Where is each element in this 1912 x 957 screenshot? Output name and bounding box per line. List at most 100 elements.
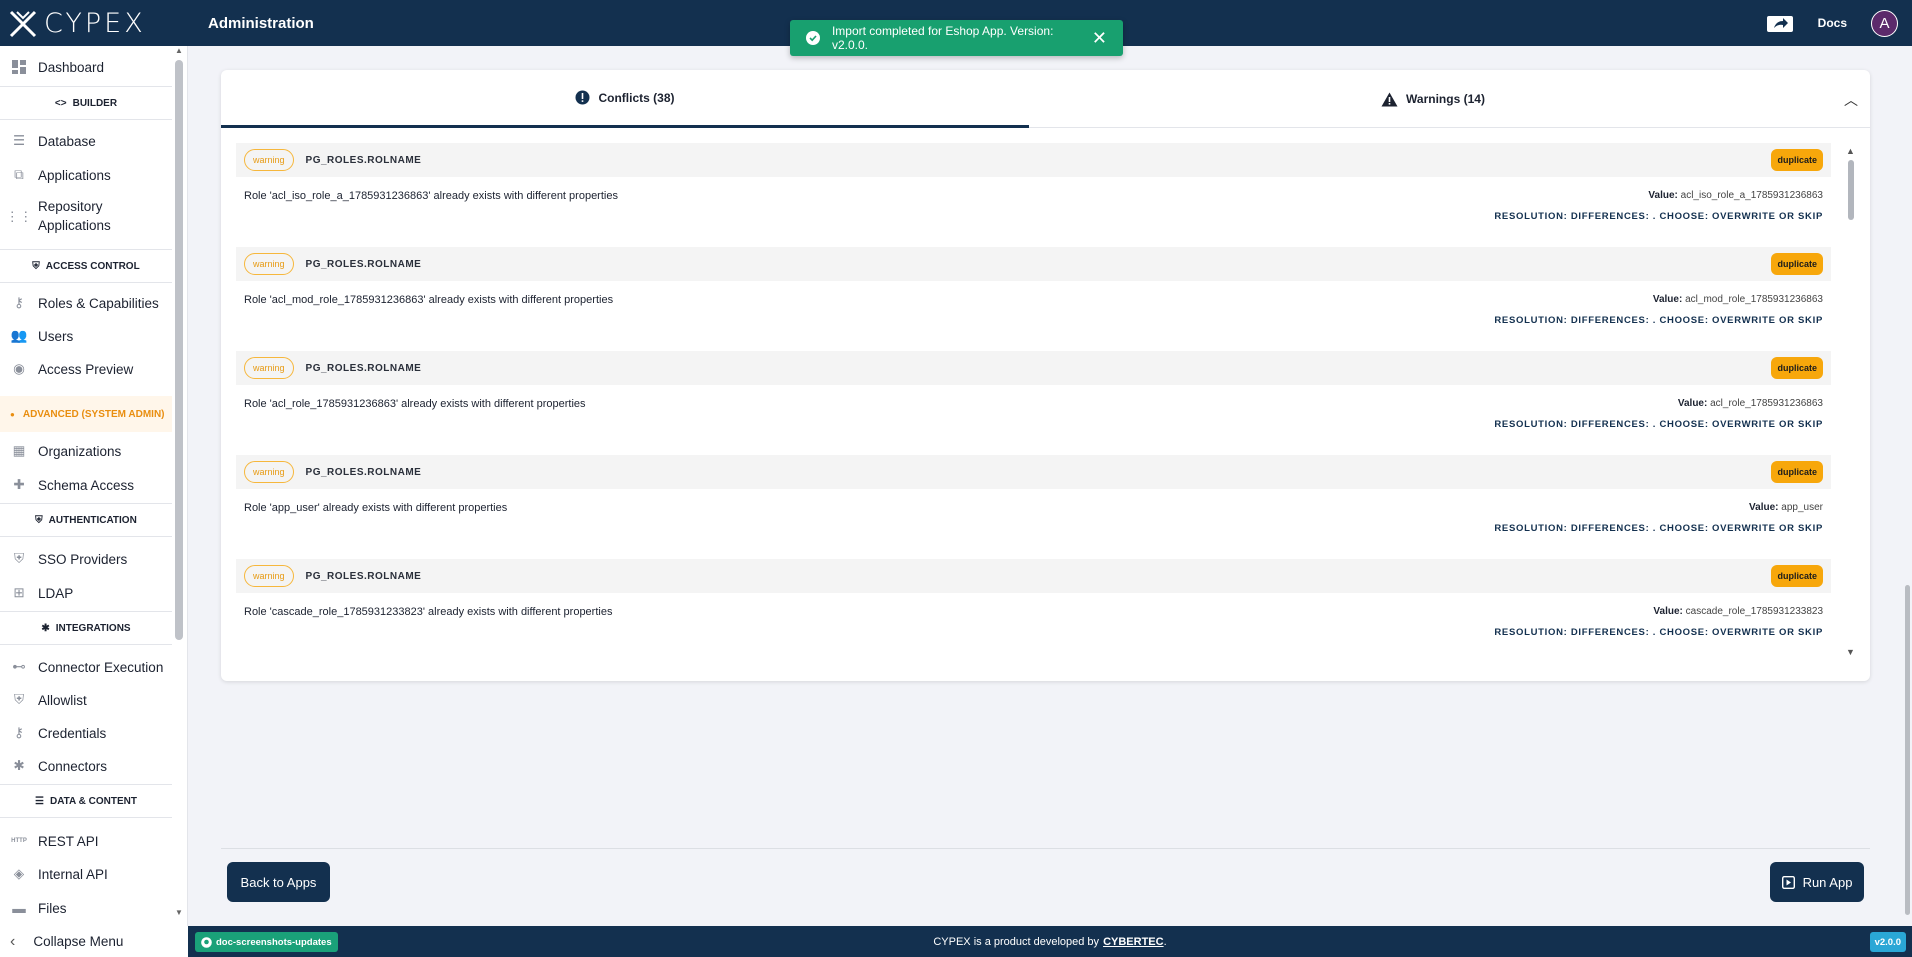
success-toast: Import completed for Eshop App. Version:… (790, 20, 1123, 56)
sidebar-item-label: Credentials (38, 725, 107, 741)
users-icon: 👥 (10, 328, 28, 343)
list-scrollbar[interactable] (1848, 160, 1854, 220)
warning-icon (1381, 92, 1398, 106)
conflict-row-header: warning PG_ROLES.ROLNAME duplicate (236, 559, 1831, 593)
tab-bar: Conflicts (38) Warnings (14) ︿ (221, 70, 1870, 128)
sidebar-item-applications[interactable]: ⧉ Applications (0, 162, 172, 188)
sidebar-item-label: REST API (38, 833, 99, 849)
shield-icon: ⛨ (13, 692, 25, 707)
conflict-row-header: warning PG_ROLES.ROLNAME duplicate (236, 247, 1831, 281)
play-box-icon (1781, 875, 1795, 889)
sidebar-item-database[interactable]: ☰ Database (0, 128, 172, 154)
sidebar-item-label: SSO Providers (38, 551, 128, 567)
run-app-button[interactable]: Run App (1770, 862, 1864, 902)
close-icon[interactable]: ✕ (1092, 28, 1107, 49)
sidebar-item-dashboard[interactable]: Dashboard (0, 54, 172, 80)
duplicate-badge: duplicate (1771, 565, 1823, 587)
back-to-apps-button[interactable]: Back to Apps (227, 862, 330, 902)
sidebar-item-credentials[interactable]: ⚷ Credentials (0, 720, 172, 746)
sidebar-item-allowlist[interactable]: ⛨ Allowlist (0, 687, 172, 713)
sidebar-item-label: Users (38, 328, 74, 344)
sidebar-item-files[interactable]: ▬ Files (0, 895, 172, 921)
sidebar-item-schema-access[interactable]: ✚ Schema Access (0, 472, 172, 498)
sidebar-item-internal-api[interactable]: ◈ Internal API (0, 861, 172, 887)
building-icon: ▦ (12, 443, 26, 458)
app-icon: ⧉ (14, 167, 24, 182)
conflict-value: Value: acl_role_1785931236863 (1678, 398, 1823, 409)
toast-message: Import completed for Eshop App. Version:… (831, 24, 1054, 52)
code-icon: <> (54, 97, 67, 109)
verified-shield-icon: ⛨ (35, 514, 43, 526)
conflict-value: Value: cascade_role_1785931233823 (1653, 606, 1823, 617)
sidebar-item-connector-execution[interactable]: ⊷ Connector Execution (0, 654, 172, 680)
value-label: Value: (1677, 398, 1708, 409)
cypex-logo-icon (9, 10, 37, 38)
version-text: v2.0.0 (1874, 936, 1901, 948)
tab-label: Warnings (14) (1406, 92, 1485, 106)
resolution-text: RESOLUTION: DIFFERENCES: . CHOOSE: OVERW… (1494, 627, 1823, 638)
sidebar-scrollbar[interactable] (175, 60, 183, 640)
conflict-row: warning PG_ROLES.ROLNAME duplicate Role … (236, 247, 1831, 331)
section-access-control: ⛨ ACCESS CONTROL (0, 249, 172, 283)
section-label: BUILDER (72, 97, 118, 109)
tab-label: Conflicts (38) (598, 90, 675, 105)
value-text: cascade_role_1785931233823 (1685, 606, 1823, 617)
sidebar-item-label: Internal API (38, 866, 108, 882)
avatar[interactable]: A (1871, 9, 1898, 37)
scroll-down-icon[interactable]: ▼ (175, 908, 183, 917)
resolution-text: RESOLUTION: DIFFERENCES: . CHOOSE: OVERW… (1494, 315, 1823, 326)
conflict-message: Role 'acl_role_1785931236863' already ex… (244, 398, 586, 410)
cybertec-link[interactable]: CYBERTEC (1103, 936, 1164, 948)
branch-name: doc-screenshots-updates (216, 936, 332, 948)
button-label: Back to Apps (240, 874, 317, 890)
share-icon[interactable] (1766, 13, 1794, 33)
tree-icon: ⊞ (13, 585, 25, 600)
conflict-row-header: warning PG_ROLES.ROLNAME duplicate (236, 455, 1831, 489)
list-icon: ☰ (12, 133, 26, 148)
sidebar-item-connectors[interactable]: ✱ Connectors (0, 753, 172, 779)
api-icon: ◈ (13, 866, 25, 881)
collapse-menu-button[interactable]: ‹ Collapse Menu (0, 926, 188, 957)
section-advanced: ● ADVANCED (SYSTEM ADMIN) (0, 396, 172, 432)
conflict-message: Role 'acl_mod_role_1785931236863' alread… (244, 294, 614, 306)
warning-level-badge: warning (244, 357, 294, 379)
docs-link[interactable]: Docs (1818, 16, 1847, 30)
sidebar-item-roles[interactable]: ⚷ Roles & Capabilities (0, 290, 172, 316)
cypex-logo[interactable]: CYPEX (0, 0, 190, 46)
version-badge: v2.0.0 (1869, 932, 1906, 952)
conflict-row-header: warning PG_ROLES.ROLNAME duplicate (236, 143, 1831, 177)
divider (221, 848, 1870, 849)
warning-level-badge: warning (244, 565, 294, 587)
sidebar-item-label: Connectors (38, 758, 108, 774)
dashboard-icon (10, 58, 28, 76)
scroll-up-icon[interactable]: ▲ (1846, 146, 1855, 156)
page-scrollbar[interactable] (1905, 585, 1910, 915)
sidebar-item-organizations[interactable]: ▦ Organizations (0, 438, 172, 464)
scroll-down-icon[interactable]: ▼ (1846, 647, 1855, 657)
conflict-row: warning PG_ROLES.ROLNAME duplicate Role … (236, 351, 1831, 435)
sidebar-item-sso-providers[interactable]: ⛨ SSO Providers (0, 546, 172, 572)
sidebar-item-access-preview[interactable]: ◉ Access Preview (0, 356, 172, 382)
list-icon: ☰ (35, 795, 44, 807)
error-icon (575, 90, 590, 105)
sidebar-item-label: Organizations (38, 443, 122, 459)
sidebar-item-label: Connector Execution (38, 659, 164, 675)
sidebar-item-ldap[interactable]: ⊞ LDAP (0, 580, 172, 606)
sidebar-item-label: Repository Applications (38, 199, 111, 233)
sidebar-item-rest-api[interactable]: HTTP REST API (0, 828, 172, 854)
duplicate-badge: duplicate (1771, 357, 1823, 379)
field-name: PG_ROLES.ROLNAME (305, 154, 422, 166)
tab-warnings[interactable]: Warnings (14) (1029, 70, 1837, 128)
sidebar-item-users[interactable]: 👥 Users (0, 323, 172, 349)
conflict-message: Role 'cascade_role_1785931233823' alread… (244, 606, 613, 618)
scroll-up-icon[interactable]: ▲ (175, 46, 183, 55)
tab-conflicts[interactable]: Conflicts (38) (221, 70, 1029, 128)
duplicate-badge: duplicate (1771, 253, 1823, 275)
chevron-up-icon[interactable]: ︿ (1844, 90, 1858, 110)
warning-level-badge: warning (244, 149, 294, 171)
branch-badge[interactable]: doc-screenshots-updates (195, 932, 338, 952)
sidebar-item-label: Database (38, 133, 96, 149)
conflict-message: Role 'app_user' already exists with diff… (244, 502, 508, 514)
sidebar-item-repository-applications[interactable]: ⋮⋮ Repository Applications (0, 196, 172, 236)
duplicate-badge: duplicate (1771, 461, 1823, 483)
